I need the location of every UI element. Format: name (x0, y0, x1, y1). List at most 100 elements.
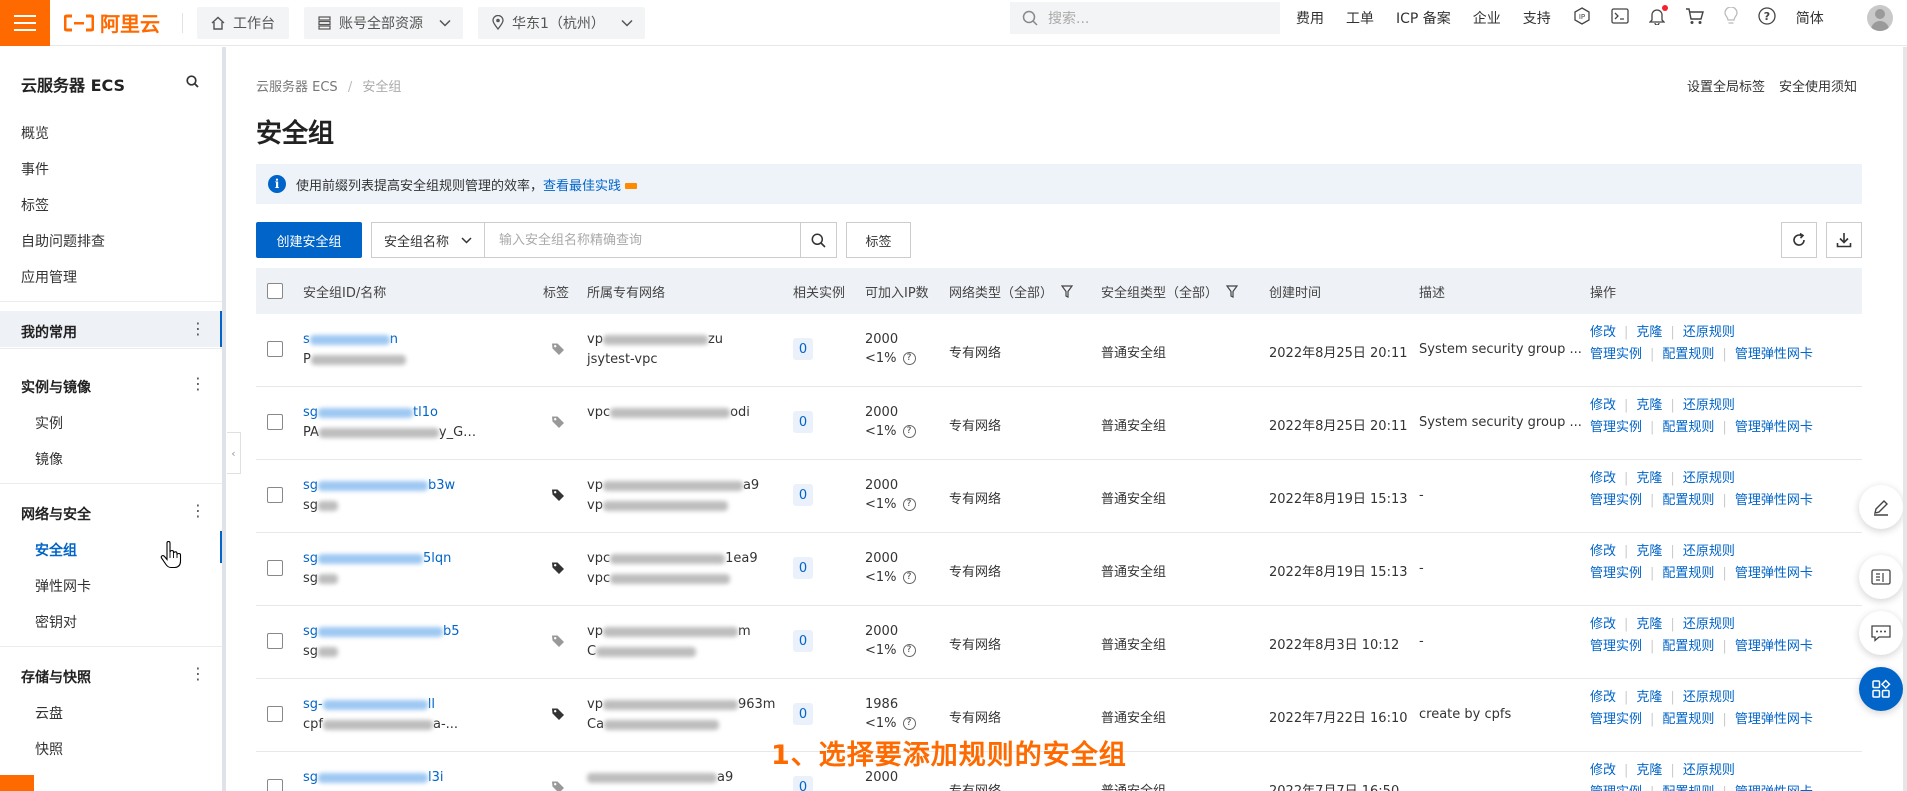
sidebar-item-security-groups[interactable]: 安全组 (35, 540, 77, 560)
search-input[interactable] (484, 222, 801, 258)
manage-eni-link[interactable]: 管理弹性网卡 (1735, 420, 1813, 435)
instance-count-badge[interactable]: 0 (793, 703, 813, 725)
sidebar-section-favorites[interactable]: 我的常用 (21, 322, 77, 342)
collapse-sidebar-button[interactable]: ‹ (227, 432, 241, 474)
sidebar-scrollbar[interactable] (222, 47, 226, 791)
sidebar-item-tags[interactable]: 标签 (21, 195, 49, 215)
filter-field-select[interactable]: 安全组名称 (371, 222, 485, 258)
manage-eni-link[interactable]: 管理弹性网卡 (1735, 639, 1813, 654)
best-practice-link[interactable]: 查看最佳实践 (543, 179, 621, 194)
global-search[interactable]: 搜索... (1010, 2, 1280, 34)
lightbulb-icon[interactable] (1724, 6, 1738, 29)
vpc-id[interactable]: …a9a9 (587, 770, 733, 785)
create-security-group-button[interactable]: 创建安全组 (256, 222, 362, 258)
sidebar-item-snapshots[interactable]: 快照 (35, 739, 63, 759)
instance-count-badge[interactable]: 0 (793, 484, 813, 506)
global-tags-link[interactable]: 设置全局标签 (1687, 76, 1765, 95)
breadcrumb-root[interactable]: 云服务器 ECS (256, 80, 338, 95)
help-icon[interactable]: ? (902, 717, 916, 730)
icp-link[interactable]: ICP 备案 (1396, 8, 1451, 28)
row-checkbox[interactable] (267, 560, 283, 576)
tag-icon[interactable] (551, 488, 565, 506)
instance-count-badge[interactable]: 0 (793, 776, 813, 791)
tag-filter-button[interactable]: 标签 (846, 222, 911, 258)
column-header-sg-type[interactable]: 安全组类型（全部） (1101, 268, 1239, 314)
tag-icon[interactable] (551, 707, 565, 725)
export-button[interactable] (1826, 222, 1862, 258)
clone-link[interactable]: 克隆 (1636, 325, 1662, 340)
sidebar-item-eni[interactable]: 弹性网卡 (35, 576, 91, 596)
tag-icon[interactable] (551, 415, 565, 433)
refresh-button[interactable] (1781, 222, 1817, 258)
support-link[interactable]: 支持 (1523, 8, 1551, 28)
column-header-network-type[interactable]: 网络类型（全部） (949, 268, 1074, 314)
restore-rules-link[interactable]: 还原规则 (1683, 398, 1735, 413)
help-icon[interactable]: ? (902, 498, 916, 511)
security-group-id[interactable]: sg…tl1osgtl1o (303, 405, 438, 420)
filter-icon[interactable] (1226, 284, 1239, 298)
configure-rules-link[interactable]: 配置规则 (1662, 785, 1714, 791)
help-icon[interactable]: ? (902, 352, 916, 365)
configure-rules-link[interactable]: 配置规则 (1662, 347, 1714, 362)
configure-rules-link[interactable]: 配置规则 (1662, 493, 1714, 508)
restore-rules-link[interactable]: 还原规则 (1683, 471, 1735, 486)
tag-icon[interactable] (551, 634, 565, 652)
manage-instances-link[interactable]: 管理实例 (1590, 347, 1642, 362)
sidebar-item-key-pairs[interactable]: 密钥对 (35, 612, 77, 632)
ip-icon[interactable]: IP (1573, 7, 1591, 29)
security-group-id[interactable]: sg…b5sgb5 (303, 624, 460, 639)
instance-count-badge[interactable]: 0 (793, 411, 813, 433)
modify-link[interactable]: 修改 (1590, 617, 1616, 632)
terminal-icon[interactable] (1611, 8, 1629, 28)
menu-button[interactable] (0, 0, 50, 46)
clone-link[interactable]: 克隆 (1636, 544, 1662, 559)
configure-rules-link[interactable]: 配置规则 (1662, 566, 1714, 581)
sidebar-item-images[interactable]: 镜像 (35, 449, 63, 469)
modify-link[interactable]: 修改 (1590, 325, 1616, 340)
restore-rules-link[interactable]: 还原规则 (1683, 325, 1735, 340)
modify-link[interactable]: 修改 (1590, 763, 1616, 778)
help-icon[interactable]: ? (902, 571, 916, 584)
clone-link[interactable]: 克隆 (1636, 690, 1662, 705)
workbench-button[interactable]: 工作台 (197, 6, 289, 39)
vpc-id[interactable]: vp…mvpm (587, 624, 751, 639)
region-dropdown[interactable]: 华东1（杭州） (478, 6, 645, 39)
usage-notes-link[interactable]: 安全使用须知 (1779, 76, 1857, 95)
restore-rules-link[interactable]: 还原规则 (1683, 617, 1735, 632)
security-group-id[interactable]: s…nsn (303, 332, 398, 347)
vpc-id[interactable]: vp…a9vpa9 (587, 478, 759, 493)
clone-link[interactable]: 克隆 (1636, 398, 1662, 413)
table-row[interactable]: sg…5lqnsg5lqn sg…sg vpc…1ea9vpc1ea9 vpc…vpc… (256, 533, 1862, 606)
ticket-link[interactable]: 工单 (1346, 8, 1374, 28)
row-checkbox[interactable] (267, 414, 283, 430)
vpc-id[interactable]: vp…963mvp963m (587, 697, 775, 712)
restore-rules-link[interactable]: 还原规则 (1683, 690, 1735, 705)
sidebar-item-events[interactable]: 事件 (21, 159, 49, 179)
sidebar-section-storage-snapshots[interactable]: 存储与快照 (21, 667, 91, 687)
table-row[interactable]: sg…b3wsgb3w sg…sg vp…a9vpa9 vp…vp 0 2000<1%? 专… (256, 460, 1862, 533)
manage-eni-link[interactable]: 管理弹性网卡 (1735, 566, 1813, 581)
modify-link[interactable]: 修改 (1590, 544, 1616, 559)
row-checkbox[interactable] (267, 487, 283, 503)
table-row[interactable]: s…nsn P…P vp…zuvpzu jsytest-vpc 0 2000<1%? 专有网… (256, 314, 1862, 387)
security-group-id[interactable]: sg…b3wsgb3w (303, 478, 455, 493)
vpc-id[interactable]: vpc…odivpcodi (587, 405, 750, 420)
language-switch[interactable]: 简体 (1796, 8, 1824, 28)
apps-float-button[interactable] (1859, 667, 1903, 711)
vpc-id[interactable]: vp…zuvpzu (587, 332, 723, 347)
row-checkbox[interactable] (267, 779, 283, 791)
edit-float-button[interactable] (1859, 485, 1903, 529)
restore-rules-link[interactable]: 还原规则 (1683, 544, 1735, 559)
manage-eni-link[interactable]: 管理弹性网卡 (1735, 347, 1813, 362)
chat-float-button[interactable] (1859, 611, 1903, 655)
cart-icon[interactable] (1685, 7, 1704, 29)
billing-link[interactable]: 费用 (1296, 8, 1324, 28)
instance-count-badge[interactable]: 0 (793, 557, 813, 579)
configure-rules-link[interactable]: 配置规则 (1662, 639, 1714, 654)
more-options-icon[interactable]: ⋮ (190, 503, 206, 519)
tag-icon[interactable] (551, 561, 565, 579)
sidebar-search-button[interactable] (186, 75, 199, 92)
sidebar-item-overview[interactable]: 概览 (21, 123, 49, 143)
page-scrollbar[interactable] (1903, 47, 1907, 791)
search-button[interactable] (800, 222, 837, 258)
